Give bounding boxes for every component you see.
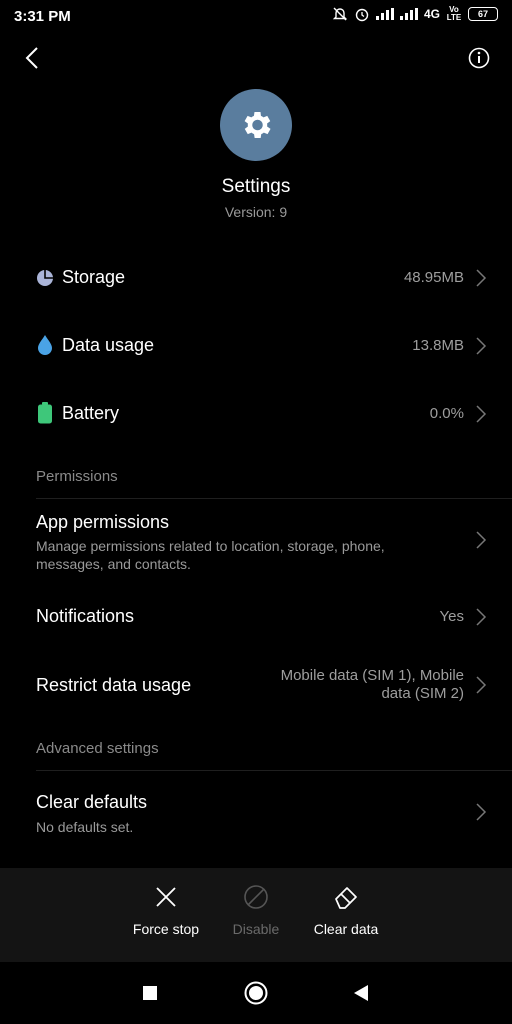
restrict-data-row[interactable]: Restrict data usage Mobile data (SIM 1),…: [0, 656, 512, 716]
restrict-data-value-line2: data (SIM 2): [381, 685, 464, 702]
permissions-header: Permissions: [36, 468, 118, 485]
battery-label: Battery: [62, 403, 120, 423]
chevron-right-icon: [476, 676, 487, 694]
network-type: 4G: [423, 7, 440, 21]
close-icon: [156, 887, 176, 907]
disable-icon: [244, 885, 268, 909]
restrict-data-value-line1: Mobile data (SIM 1), Mobile: [280, 667, 464, 684]
info-button[interactable]: [459, 38, 499, 78]
battery-icon: [38, 402, 52, 424]
navigation-bar: [0, 962, 512, 1024]
gear-icon: [244, 111, 271, 139]
chevron-right-icon: [476, 269, 487, 287]
home-button[interactable]: [242, 979, 270, 1007]
notifications-label: Notifications: [36, 606, 135, 626]
app-icon: [220, 89, 292, 161]
recents-button[interactable]: [136, 979, 164, 1007]
triangle-back-icon: [354, 985, 368, 1001]
bottom-action-bar: Force stop Disable Clear data: [0, 868, 512, 962]
home-circle-icon: [244, 981, 268, 1005]
divider: [36, 498, 512, 499]
mute-bell-icon: [332, 7, 348, 21]
notifications-value: Yes: [439, 608, 464, 625]
force-stop-button[interactable]: Force stop: [121, 884, 211, 937]
alarm-icon: [355, 8, 369, 22]
battery-value: 0.0%: [429, 405, 464, 422]
signal-1-icon: [375, 8, 394, 20]
back-arrow-icon: [25, 47, 38, 69]
restrict-data-label: Restrict data usage: [36, 675, 192, 695]
back-nav-button[interactable]: [347, 979, 375, 1007]
storage-label: Storage: [62, 267, 126, 287]
chevron-right-icon: [476, 608, 487, 626]
clear-defaults-label: Clear defaults: [36, 792, 148, 812]
clear-data-button[interactable]: Clear data: [301, 884, 391, 937]
eraser-icon: [335, 887, 357, 909]
battery-row[interactable]: Battery 0.0%: [0, 388, 512, 440]
battery-indicator: 67: [468, 7, 498, 21]
signal-2-icon: [399, 8, 418, 20]
app-version: Version: 9: [224, 204, 288, 220]
back-button[interactable]: [12, 38, 52, 78]
advanced-settings-header: Advanced settings: [36, 740, 159, 757]
chevron-right-icon: [476, 803, 487, 821]
notifications-row[interactable]: Notifications Yes: [0, 590, 512, 644]
divider: [36, 770, 512, 771]
app-name: Settings: [221, 176, 291, 197]
pie-chart-icon: [37, 270, 53, 286]
storage-row[interactable]: Storage 48.95MB: [0, 252, 512, 304]
app-permissions-row[interactable]: App permissions Manage permissions relat…: [0, 502, 512, 580]
chevron-right-icon: [476, 337, 487, 355]
status-icons: 4G Vo LTE 67: [332, 6, 498, 22]
app-permissions-label: App permissions: [36, 512, 170, 532]
disable-label: Disable: [232, 921, 280, 937]
square-icon: [143, 986, 157, 1000]
app-permissions-desc-line1: Manage permissions related to location, …: [36, 538, 385, 554]
data-usage-label: Data usage: [62, 335, 155, 355]
data-usage-value: 13.8MB: [412, 337, 464, 354]
data-usage-row[interactable]: Data usage 13.8MB: [0, 320, 512, 372]
clear-defaults-desc: No defaults set.: [36, 819, 134, 835]
status-time: 3:31 PM: [14, 8, 71, 25]
disable-button[interactable]: Disable: [211, 884, 301, 937]
info-icon: [468, 47, 490, 69]
storage-value: 48.95MB: [403, 269, 464, 286]
clear-defaults-row[interactable]: Clear defaults No defaults set.: [0, 776, 512, 848]
chevron-right-icon: [476, 531, 487, 549]
droplet-icon: [38, 335, 52, 355]
clear-data-label: Clear data: [313, 921, 379, 937]
chevron-right-icon: [476, 405, 487, 423]
app-permissions-desc-line2: messages, and contacts.: [36, 556, 191, 572]
volte-indicator: Vo LTE: [446, 5, 462, 22]
force-stop-label: Force stop: [132, 921, 200, 937]
